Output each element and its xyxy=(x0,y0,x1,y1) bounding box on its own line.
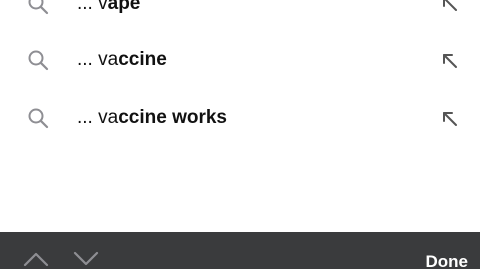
suggestion-typed: v xyxy=(98,0,108,14)
suggestion-completion: ccine works xyxy=(118,107,227,128)
suggestion-text: ... vape xyxy=(77,0,140,15)
suggestion-prefix: ... xyxy=(77,49,93,70)
search-icon xyxy=(28,108,49,129)
search-suggestions-list: ... vape ... vaccine ... vaccine works xyxy=(0,0,480,232)
suggestion-prefix: ... xyxy=(77,107,93,128)
fill-in-arrow-icon[interactable] xyxy=(440,51,460,71)
suggestion-typed: va xyxy=(98,49,119,70)
suggestion-text: ... vaccine xyxy=(77,49,167,71)
done-button[interactable]: Done xyxy=(426,252,469,272)
suggestion-typed: va xyxy=(98,107,119,128)
chevron-down-icon[interactable] xyxy=(72,249,100,267)
suggestion-completion: ape xyxy=(107,0,141,14)
suggestion-row[interactable]: ... vape xyxy=(0,0,480,24)
fill-in-arrow-icon[interactable] xyxy=(440,109,460,129)
keyboard-accessory-toolbar: Done xyxy=(0,232,480,272)
suggestion-text: ... vaccine works xyxy=(77,107,227,129)
suggestion-prefix: ... xyxy=(77,0,93,14)
fill-in-arrow-icon[interactable] xyxy=(440,0,460,14)
suggestion-row[interactable]: ... vaccine works xyxy=(0,102,480,142)
suggestion-row[interactable]: ... vaccine xyxy=(0,44,480,84)
search-icon xyxy=(28,0,49,15)
suggestion-completion: ccine xyxy=(118,49,167,70)
search-icon xyxy=(28,50,49,71)
chevron-up-icon[interactable] xyxy=(22,249,50,267)
